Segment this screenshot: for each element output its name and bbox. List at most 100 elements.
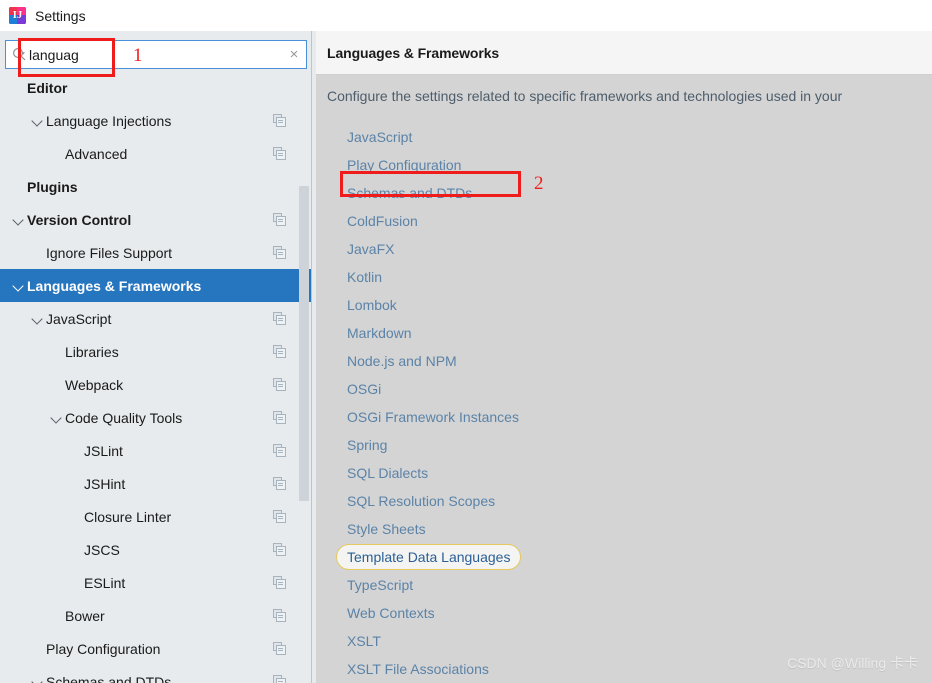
sidebar-scrollbar[interactable] — [299, 31, 309, 683]
kotlin-link[interactable]: Kotlin — [347, 263, 907, 291]
link-label: Web Contexts — [347, 605, 435, 621]
sidebar-item-label: Advanced — [65, 145, 128, 162]
settings-sync-copy-icon[interactable] — [273, 444, 286, 457]
settings-sync-copy-icon[interactable] — [273, 477, 286, 490]
watermark: CSDN @Willing 卡卡 — [787, 655, 918, 671]
spring-link[interactable]: Spring — [347, 431, 907, 459]
sidebar-item-libraries[interactable]: Libraries — [0, 335, 312, 368]
sidebar-item-closure-linter[interactable]: Closure Linter — [0, 500, 312, 533]
schemas-and-dtds-link[interactable]: Schemas and DTDs — [347, 179, 907, 207]
annotation-number-2: 2 — [534, 173, 544, 194]
settings-sync-copy-icon[interactable] — [273, 642, 286, 655]
settings-sync-copy-icon[interactable] — [273, 576, 286, 589]
sidebar-item-languages-frameworks[interactable]: Languages & Frameworks — [0, 269, 312, 302]
link-label: Style Sheets — [347, 521, 426, 537]
sidebar-item-label: JavaScript — [46, 310, 112, 327]
sidebar-item-ignore-files-support[interactable]: Ignore Files Support — [0, 236, 312, 269]
sidebar-item-label: Libraries — [65, 343, 119, 360]
javascript-link[interactable]: JavaScript — [347, 123, 907, 151]
osgi-link[interactable]: OSGi — [347, 375, 907, 403]
window-title: Settings — [35, 7, 86, 24]
settings-sidebar: languag × Editor Language Injections Advan… — [0, 31, 312, 683]
chevron-down-icon[interactable] — [29, 112, 46, 129]
node-js-and-npm-link[interactable]: Node.js and NPM — [347, 347, 907, 375]
sidebar-item-label: JSCS — [84, 541, 120, 558]
settings-sync-copy-icon[interactable] — [273, 609, 286, 622]
settings-sync-copy-icon[interactable] — [273, 213, 286, 226]
settings-sync-copy-icon[interactable] — [273, 312, 286, 325]
sidebar-item-language-injections[interactable]: Language Injections — [0, 104, 312, 137]
sidebar-item-version-control[interactable]: Version Control — [0, 203, 312, 236]
search-input[interactable]: languag × — [5, 40, 307, 69]
settings-tree[interactable]: Editor Language Injections Advanced Plugins… — [0, 71, 312, 683]
sidebar-item-javascript[interactable]: JavaScript — [0, 302, 312, 335]
link-label: Spring — [347, 437, 388, 453]
settings-sync-copy-icon[interactable] — [273, 675, 286, 683]
sidebar-item-label: Code Quality Tools — [65, 409, 183, 426]
play-configuration-link[interactable]: Play Configuration — [347, 151, 907, 179]
settings-sync-copy-icon[interactable] — [273, 543, 286, 556]
template-data-languages-link[interactable]: Template Data Languages — [336, 543, 907, 571]
style-sheets-link[interactable]: Style Sheets — [347, 515, 907, 543]
chevron-down-icon[interactable] — [29, 673, 46, 683]
sidebar-item-jslint[interactable]: JSLint — [0, 434, 312, 467]
settings-sync-copy-icon[interactable] — [273, 510, 286, 523]
xslt-link[interactable]: XSLT — [347, 627, 907, 655]
link-label: SQL Resolution Scopes — [347, 493, 496, 509]
link-label: JavaScript — [347, 129, 413, 145]
sidebar-item-label: Play Configuration — [46, 640, 161, 657]
sidebar-item-jscs[interactable]: JSCS — [0, 533, 312, 566]
chevron-down-icon[interactable] — [48, 409, 65, 426]
link-label: Node.js and NPM — [347, 353, 457, 369]
settings-sync-copy-icon[interactable] — [273, 411, 286, 424]
sidebar-item-plugins[interactable]: Plugins — [0, 170, 312, 203]
sidebar-item-bower[interactable]: Bower — [0, 599, 312, 632]
search-input-value[interactable]: languag — [29, 47, 282, 63]
framework-link-list[interactable]: JavaScript Play Configuration Schemas and … — [336, 123, 907, 683]
chevron-down-icon[interactable] — [10, 277, 27, 294]
lombok-link[interactable]: Lombok — [347, 291, 907, 319]
osgi-framework-instances-link[interactable]: OSGi Framework Instances — [347, 403, 907, 431]
sidebar-item-label: Ignore Files Support — [46, 244, 173, 261]
settings-sync-copy-icon[interactable] — [273, 114, 286, 127]
javafx-link[interactable]: JavaFX — [347, 235, 907, 263]
typescript-link[interactable]: TypeScript — [347, 571, 907, 599]
web-contexts-link[interactable]: Web Contexts — [347, 599, 907, 627]
main-panel-header: Languages & Frameworks — [316, 31, 932, 75]
sql-resolution-scopes-link[interactable]: SQL Resolution Scopes — [347, 487, 907, 515]
settings-sync-copy-icon[interactable] — [273, 378, 286, 391]
sidebar-item-label: Bower — [65, 607, 105, 624]
link-label: Kotlin — [347, 269, 383, 285]
title-bar: IJ Settings — [0, 0, 932, 31]
link-label: XSLT — [347, 633, 381, 649]
annotation-number-1: 1 — [133, 45, 143, 66]
sql-dialects-link[interactable]: SQL Dialects — [347, 459, 907, 487]
link-label: Play Configuration — [347, 157, 462, 173]
sidebar-item-schemas-and-dtds[interactable]: Schemas and DTDs — [0, 665, 312, 683]
page-title: Languages & Frameworks — [327, 44, 500, 61]
settings-sync-copy-icon[interactable] — [273, 345, 286, 358]
sidebar-item-jshint[interactable]: JSHint — [0, 467, 312, 500]
settings-sync-copy-icon[interactable] — [273, 147, 286, 160]
settings-sync-copy-icon[interactable] — [273, 246, 286, 259]
coldfusion-link[interactable]: ColdFusion — [347, 207, 907, 235]
sidebar-item-editor[interactable]: Editor — [0, 71, 312, 104]
sidebar-item-webpack[interactable]: Webpack — [0, 368, 312, 401]
chevron-down-icon[interactable] — [29, 310, 46, 327]
sidebar-item-label: Plugins — [27, 178, 78, 195]
sidebar-item-advanced[interactable]: Advanced — [0, 137, 312, 170]
chevron-down-icon[interactable] — [10, 211, 27, 228]
sidebar-item-code-quality-tools[interactable]: Code Quality Tools — [0, 401, 312, 434]
sidebar-item-play-configuration[interactable]: Play Configuration — [0, 632, 312, 665]
markdown-link[interactable]: Markdown — [347, 319, 907, 347]
sidebar-item-eslint[interactable]: ESLint — [0, 566, 312, 599]
link-label: XSLT File Associations — [347, 661, 489, 677]
link-label: OSGi Framework Instances — [347, 409, 519, 425]
sidebar-scrollbar-thumb[interactable] — [299, 186, 309, 501]
